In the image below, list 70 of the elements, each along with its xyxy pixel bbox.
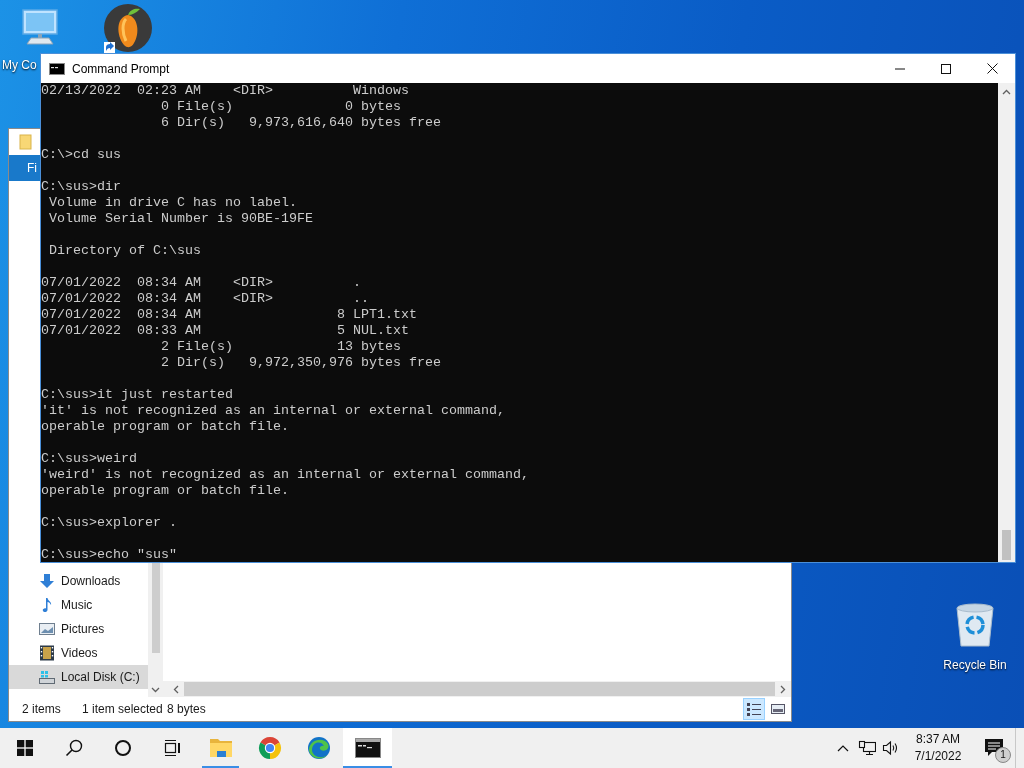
task-view-icon [162, 739, 181, 757]
file-tab[interactable]: Fi [9, 155, 40, 181]
caret-up-icon [837, 744, 849, 752]
film-icon [39, 645, 55, 661]
nav-item[interactable]: Music [9, 593, 148, 617]
console-line: C:\>cd sus [41, 147, 122, 163]
notifications-button[interactable]: 1 [973, 728, 1015, 768]
details-view-icon [746, 701, 762, 717]
preview-view-icon [770, 701, 786, 717]
scrollbar-thumb[interactable] [151, 563, 160, 653]
console-line: Volume in drive C has no label. [48, 195, 298, 211]
clock-date[interactable]: 7/1/2022 [914, 748, 962, 765]
console-line: 07/01/2022 08:34 AM 8 LPT1.txt [41, 307, 418, 323]
console-icon [354, 738, 381, 758]
chevron-right-icon[interactable] [780, 684, 786, 694]
console-line: 07/01/2022 08:34 AM <DIR> .. [41, 291, 370, 307]
down-arrow-icon [39, 573, 55, 589]
console-line: C:\sus>weird [41, 451, 138, 467]
console-line: C:\sus>echo "sus" [41, 547, 178, 562]
close-icon [986, 63, 998, 74]
scrollbar-thumb[interactable] [1002, 530, 1011, 560]
console-line: 2 File(s) 13 bytes [159, 339, 402, 355]
console-line: 0 File(s) 0 bytes [159, 99, 402, 115]
network-icon [858, 740, 876, 756]
folder-icon [18, 134, 34, 150]
search-icon [64, 739, 83, 757]
console-line: C:\sus>it just restarted [41, 387, 234, 403]
item-count: 2 items [22, 702, 62, 716]
nav-item[interactable]: Videos [9, 641, 148, 665]
console-line: 6 Dir(s) 9,973,616,640 bytes free [159, 115, 442, 131]
chevron-up-icon[interactable] [1002, 89, 1011, 95]
console-line: 07/01/2022 08:34 AM <DIR> . [41, 275, 362, 291]
console-line: 02/13/2022 02:23 AM <DIR> Windows [41, 83, 410, 99]
console-line: 07/01/2022 08:33 AM 5 NUL.txt [41, 323, 410, 339]
speaker-icon [882, 740, 900, 756]
console-line: operable program or batch file. [41, 419, 290, 435]
console-line: C:\sus>dir [41, 179, 122, 195]
picture-frame-icon [39, 621, 55, 637]
console-icon [49, 62, 65, 75]
console-line: 'it' is not recognized as an internal or external command, [41, 403, 506, 419]
console-line: C:\sus>explorer . [41, 515, 178, 531]
taskbar-button[interactable] [343, 728, 392, 768]
circle-icon [113, 739, 132, 757]
swirl-icon [306, 736, 331, 760]
folder-icon [208, 737, 233, 759]
view-button[interactable] [743, 698, 765, 720]
browser-icon [257, 736, 282, 760]
nav-item[interactable]: Downloads [9, 569, 148, 593]
scrollbar-thumb[interactable] [184, 682, 775, 696]
start-icon [16, 740, 33, 756]
chevron-left-icon[interactable] [173, 684, 179, 694]
desktop-icon-label[interactable]: Recycle Bin [943, 658, 1007, 672]
clock-time[interactable]: 8:37 AM [916, 731, 960, 748]
console-line: Directory of C:\sus [48, 243, 202, 259]
window-title: Command Prompt [72, 61, 170, 76]
nav-item[interactable]: Pictures [9, 617, 148, 641]
scrollbar[interactable] [998, 83, 1015, 562]
notification-count: 1 [995, 747, 1011, 763]
console-line: operable program or batch file. [41, 483, 290, 499]
selection-size: 8 bytes [167, 702, 206, 716]
selection-status: 1 item selected [82, 702, 164, 716]
console-line: 2 Dir(s) 9,972,350,976 bytes free [159, 355, 442, 371]
chevron-down-icon[interactable] [151, 687, 160, 693]
disk-drive-icon [39, 669, 55, 685]
nav-item[interactable]: Local Disk (C:) [9, 665, 148, 689]
maximize-icon [941, 63, 951, 74]
recycle-bin-icon[interactable] [953, 600, 997, 648]
console-line: 'weird' is not recognized as an internal or external command, [41, 467, 530, 483]
console-line: Volume Serial Number is 90BE-19FE [48, 211, 314, 227]
scrollbar[interactable] [163, 681, 791, 697]
